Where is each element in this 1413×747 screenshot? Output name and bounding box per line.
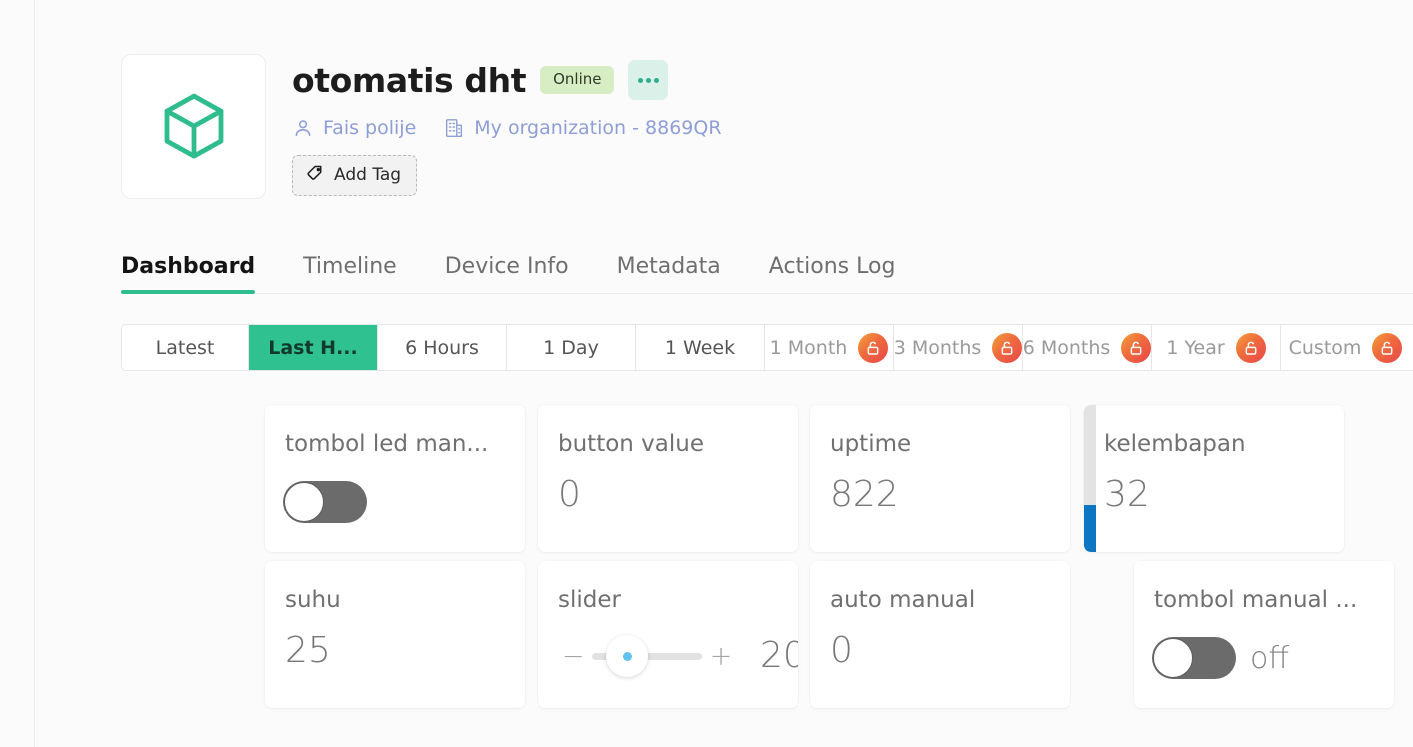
- toggle-state-label: off: [1250, 640, 1290, 676]
- slider-value: 20: [760, 635, 798, 676]
- widget-card-suhu: suhu 25: [265, 561, 525, 708]
- device-owner-link[interactable]: Fais polije: [292, 117, 416, 139]
- time-range-label: 1 Month: [769, 336, 848, 359]
- widget-value: 32: [1104, 474, 1150, 515]
- lock-icon: [1121, 332, 1151, 363]
- page-title: otomatis dht: [292, 60, 527, 100]
- widget-title: kelembapan: [1104, 431, 1246, 457]
- time-range-3-months[interactable]: 3 Months: [894, 325, 1023, 370]
- time-range-6-months[interactable]: 6 Months: [1023, 325, 1152, 370]
- time-range-label: 1 Day: [543, 336, 599, 359]
- device-header-info: otomatis dht Online Fais polije My organ…: [292, 54, 722, 196]
- slider-container: − +20: [556, 631, 798, 681]
- widget-card-uptime: uptime 822: [810, 405, 1070, 552]
- device-title-row: otomatis dht Online: [292, 58, 722, 102]
- dots-icon-dot: [653, 77, 659, 83]
- toggle-knob: [284, 482, 324, 522]
- device-dashboard-page: otomatis dht Online Fais polije My organ…: [0, 0, 1413, 747]
- time-range-6-hours[interactable]: 6 Hours: [378, 325, 507, 370]
- time-range-label: Latest: [155, 336, 215, 359]
- slider-increment-button[interactable]: +: [704, 639, 738, 673]
- widget-value: 0: [830, 630, 853, 671]
- toggle-container: off: [1152, 637, 1289, 679]
- time-range-label: 6 Months: [1023, 336, 1111, 359]
- time-range-label: 1 Year: [1166, 336, 1225, 359]
- time-range-last-h-[interactable]: Last H...: [249, 325, 378, 370]
- widget-title: uptime: [830, 431, 912, 457]
- toggle-knob: [1153, 638, 1193, 678]
- toggle-switch[interactable]: [283, 481, 367, 523]
- widget-title: tombol manual ...: [1154, 587, 1358, 613]
- slider-track-area[interactable]: [592, 634, 702, 678]
- time-range-1-week[interactable]: 1 Week: [636, 325, 765, 370]
- device-avatar: [121, 54, 266, 199]
- status-badge: Online: [540, 66, 615, 94]
- widget-value: 822: [830, 474, 899, 515]
- add-tag-label: Add Tag: [334, 165, 402, 185]
- widget-card-kelembapan: kelembapan 32: [1084, 405, 1344, 552]
- slider-thumb[interactable]: [606, 635, 648, 677]
- tab-device-info[interactable]: Device Info: [445, 254, 569, 293]
- time-range-latest[interactable]: Latest: [122, 325, 249, 370]
- time-range-1-month[interactable]: 1 Month: [765, 325, 894, 370]
- tab-metadata[interactable]: Metadata: [617, 254, 721, 293]
- tab-dashboard[interactable]: Dashboard: [121, 254, 256, 294]
- widget-title: suhu: [285, 587, 341, 613]
- lock-icon: [858, 332, 889, 363]
- widget-title: slider: [558, 587, 621, 613]
- more-options-button[interactable]: [628, 60, 669, 100]
- lock-icon: [992, 332, 1022, 363]
- widget-value: 0: [558, 474, 581, 515]
- add-tag-button[interactable]: Add Tag: [292, 155, 418, 196]
- main-content: otomatis dht Online Fais polije My organ…: [35, 0, 1413, 747]
- cube-icon: [158, 89, 230, 165]
- widget-card-tombol-led-manual: tombol led man...: [265, 405, 525, 552]
- widget-card-auto-manual: auto manual 0: [810, 561, 1070, 708]
- device-organization-link[interactable]: My organization - 8869QR: [443, 117, 722, 139]
- widget-row: tombol led man... button value 0 uptime 822 k…: [230, 405, 1413, 561]
- slider-thumb-dot: [622, 651, 632, 661]
- widget-row: suhu 25 slider − +20 auto manual 0 tombol manua…: [230, 561, 1413, 717]
- device-meta-row: Fais polije My organization - 8869QR: [292, 117, 722, 139]
- time-range-label: 6 Hours: [405, 336, 479, 359]
- tag-icon: [306, 163, 325, 187]
- widget-card-slider: slider − +20: [538, 561, 798, 708]
- time-range-label: 1 Week: [664, 336, 736, 359]
- widget-title: button value: [558, 431, 704, 457]
- level-bar-fill: [1084, 504, 1096, 552]
- time-range-1-day[interactable]: 1 Day: [507, 325, 636, 370]
- toggle-container: [283, 481, 367, 523]
- device-owner-label: Fais polije: [323, 117, 417, 139]
- time-range-1-year[interactable]: 1 Year: [1152, 325, 1281, 370]
- time-range-label: Last H...: [268, 336, 358, 359]
- time-range-selector: Latest Last H... 6 Hours 1 Day 1 Week 1 Month…: [121, 324, 1413, 371]
- tab-actions-log[interactable]: Actions Log: [769, 254, 896, 293]
- tab-timeline[interactable]: Timeline: [303, 254, 397, 293]
- device-organization-label: My organization - 8869QR: [474, 117, 722, 139]
- device-tab-bar: Dashboard Timeline Device Info Metadata Acti…: [121, 238, 1413, 294]
- toggle-switch[interactable]: [1152, 637, 1236, 679]
- device-header: otomatis dht Online Fais polije My organ…: [121, 54, 722, 199]
- time-range-label: Custom: [1288, 336, 1362, 359]
- time-range-label: 3 Months: [894, 336, 982, 359]
- widget-grid: tombol led man... button value 0 uptime 822 k…: [230, 405, 1413, 717]
- lock-icon: [1235, 332, 1266, 363]
- lock-icon: [1372, 332, 1403, 363]
- user-icon: [292, 117, 314, 139]
- dots-icon-dot: [637, 77, 643, 83]
- widget-card-tombol-manual: tombol manual ... off: [1134, 561, 1394, 708]
- time-range-custom[interactable]: Custom: [1281, 325, 1410, 370]
- slider-decrement-button[interactable]: −: [556, 639, 590, 673]
- level-bar-track: [1084, 405, 1096, 552]
- widget-card-button-value: button value 0: [538, 405, 798, 552]
- dots-icon-dot: [645, 77, 651, 83]
- widget-title: auto manual: [830, 587, 976, 613]
- widget-title: tombol led man...: [285, 431, 489, 457]
- widget-value: 25: [285, 630, 331, 671]
- building-icon: [443, 117, 465, 139]
